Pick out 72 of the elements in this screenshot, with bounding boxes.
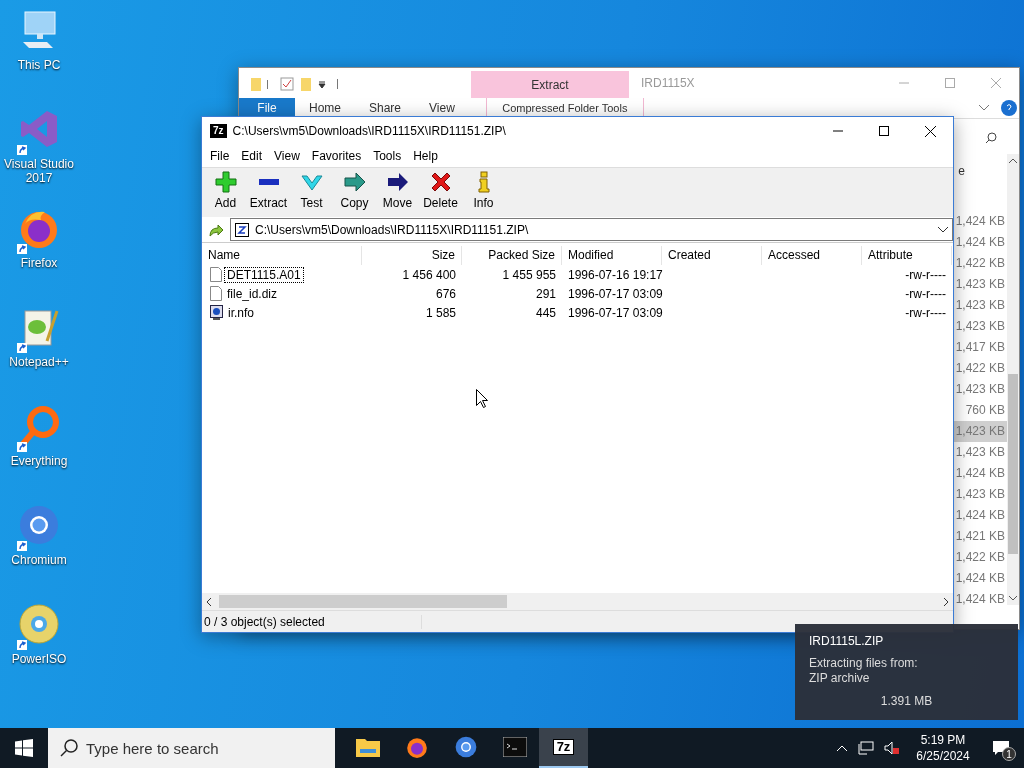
toolbar-button[interactable]: Info: [462, 170, 505, 217]
ribbon-tab[interactable]: Share: [355, 98, 416, 118]
app-logo: 7z: [210, 124, 227, 138]
window-title: IRD1115X: [641, 76, 695, 90]
file-size[interactable]: 1,423 KB: [952, 442, 1007, 463]
clock[interactable]: 5:19 PM 6/25/2024: [910, 732, 976, 764]
toolbar-button[interactable]: Test: [290, 170, 333, 217]
column-header[interactable]: Modified: [562, 246, 662, 265]
file-size[interactable]: 1,422 KB: [952, 253, 1007, 274]
file-size[interactable]: 1,423 KB: [952, 484, 1007, 505]
context-tab-header: Extract: [471, 71, 629, 98]
file-name[interactable]: DET1115.A01: [225, 267, 303, 282]
file-size[interactable]: 760 KB: [952, 400, 1007, 421]
toolbar-button[interactable]: Copy: [333, 170, 376, 217]
file-size[interactable]: 1,424 KB: [952, 568, 1007, 589]
column-header[interactable]: Created: [662, 246, 762, 265]
notification-size: 1.391 MB: [880, 694, 933, 708]
table-cell-text: 676: [434, 286, 457, 301]
notification-message: Extracting files from: ZIP archive: [809, 656, 919, 686]
column-header[interactable]: Size: [362, 246, 462, 265]
column-header: e: [958, 164, 965, 178]
table-cell-text: 1 585: [424, 305, 457, 320]
column-header[interactable]: Packed Size: [462, 246, 562, 265]
toolbar-button[interactable]: Extract: [247, 170, 290, 217]
address-field[interactable]: C:\Users\vm5\Downloads\IRD1115X\IRD11151.ZIP\: [230, 218, 953, 241]
menu-item[interactable]: File: [204, 149, 236, 163]
column-header[interactable]: Attribute: [862, 246, 952, 265]
file-tab[interactable]: File: [239, 98, 295, 118]
table-cell-text: -rw-r----: [904, 305, 947, 320]
notification-count: 1: [1002, 747, 1016, 761]
menu-item[interactable]: Tools: [367, 149, 408, 163]
file-size[interactable]: 1,424 KB: [952, 463, 1007, 484]
file-size[interactable]: 1,424 KB: [952, 232, 1007, 253]
window-title: C:\Users\vm5\Downloads\IRD1115X\IRD11151.ZIP\: [232, 124, 506, 138]
file-size[interactable]: 1,423 KB: [952, 379, 1007, 400]
toolbar-button[interactable]: Add: [204, 170, 247, 217]
status-text: 0 / 3 object(s) selected: [204, 614, 422, 629]
notification-title: IRD1115L.ZIP: [809, 634, 885, 648]
file-name[interactable]: ir.nfo: [226, 305, 256, 320]
sevenzip-icon[interactable]: 7z: [552, 739, 575, 755]
table-cell-text: 1 455 955: [501, 267, 557, 282]
menu-item[interactable]: View: [268, 149, 306, 163]
menu-item[interactable]: Help: [407, 149, 444, 163]
toolbar-button[interactable]: Delete: [419, 170, 462, 217]
column-header[interactable]: Name: [202, 246, 362, 265]
file-size[interactable]: 1,424 KB: [952, 211, 1007, 232]
file-size[interactable]: 1,422 KB: [952, 547, 1007, 568]
file-size[interactable]: 1,424 KB: [952, 589, 1007, 610]
table-cell-text: -rw-r----: [904, 267, 947, 282]
file-size[interactable]: 1,423 KB: [952, 295, 1007, 316]
table-cell-text: -rw-r----: [904, 286, 947, 301]
file-size[interactable]: 1,421 KB: [952, 526, 1007, 547]
column-header[interactable]: Accessed: [762, 246, 862, 265]
file-size[interactable]: 1,422 KB: [952, 358, 1007, 379]
taskbar-button[interactable]: 7z: [539, 728, 588, 768]
table-cell-text: 445: [534, 305, 557, 320]
menu-item[interactable]: Favorites: [305, 149, 368, 163]
file-size[interactable]: 1,424 KB: [952, 505, 1007, 526]
file-name[interactable]: file_id.diz: [225, 286, 280, 301]
ribbon-tab[interactable]: Home: [295, 98, 355, 118]
file-size[interactable]: 1,423 KB: [952, 274, 1007, 295]
toolbar-button[interactable]: Move: [376, 170, 419, 217]
ribbon-tab[interactable]: View: [415, 98, 469, 118]
search-field[interactable]: Type here to search: [48, 728, 335, 768]
table-cell-text: 1 456 400: [401, 267, 457, 282]
table-cell-text: 1996-07-17 03:09: [567, 286, 662, 301]
file-size[interactable]: 1,417 KB: [952, 337, 1007, 358]
file-size[interactable]: 1,423 KB: [952, 316, 1007, 337]
table-cell-text: 1996-07-17 03:09: [567, 305, 662, 320]
menu-item[interactable]: Edit: [235, 149, 269, 163]
table-cell-text: 291: [534, 286, 557, 301]
table-cell-text: 1996-07-16 19:17: [567, 267, 662, 282]
